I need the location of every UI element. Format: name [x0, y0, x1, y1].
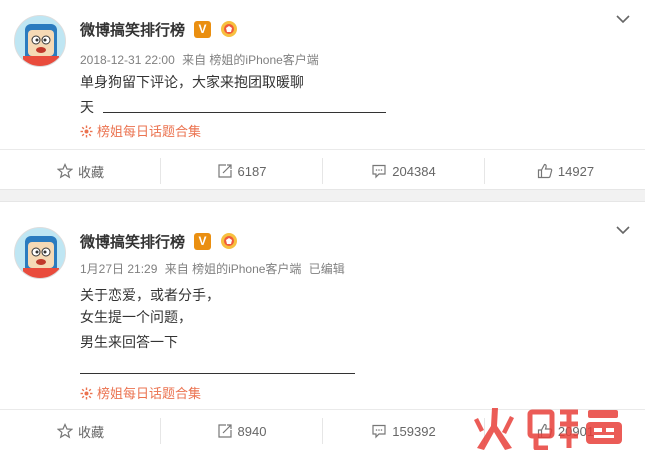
- text-underline: [80, 373, 355, 374]
- star-icon: [56, 163, 73, 179]
- post-source: 来自 榜姐的iPhone客户端: [182, 53, 319, 67]
- member-medal-icon: [221, 233, 237, 249]
- post-text-line: 女生提一个问题，: [80, 309, 192, 325]
- topic-icon: [80, 387, 93, 400]
- author-avatar[interactable]: [14, 227, 66, 279]
- comment-button[interactable]: 159392: [323, 410, 484, 450]
- topic-label: 榜姐每日话题合集: [97, 386, 202, 401]
- text-underline: [103, 112, 386, 113]
- comment-count: 204384: [392, 163, 436, 179]
- edited-label[interactable]: 已编辑: [309, 262, 345, 276]
- repost-count: 8940: [237, 423, 267, 439]
- favorite-label: 收藏: [77, 424, 104, 440]
- thumbs-up-icon: [537, 163, 553, 179]
- repost-count: 6187: [237, 163, 267, 179]
- post-meta: 1月27日 21:29 来自 榜姐的iPhone客户端 已编辑: [80, 260, 349, 277]
- comment-button[interactable]: 204384: [323, 150, 484, 192]
- comment-icon: [372, 424, 386, 439]
- action-bar: 收藏 6187 204384 14927: [0, 149, 645, 191]
- author-name[interactable]: 微博搞笑排行榜: [80, 231, 185, 252]
- topic-link[interactable]: 榜姐每日话题合集: [80, 383, 201, 402]
- post-timestamp[interactable]: 2018-12-31 22:00: [80, 53, 175, 67]
- star-icon: [56, 423, 73, 439]
- chevron-down-icon[interactable]: [615, 13, 631, 25]
- post-text-line: 男生来回答一下: [80, 334, 178, 350]
- like-count: 14927: [557, 163, 595, 179]
- post-text-line: 单身狗留下评论，大家来抱团取暖聊: [80, 74, 304, 90]
- verified-badge: V: [194, 233, 211, 250]
- repost-button[interactable]: 8940: [161, 410, 322, 450]
- post-meta: 2018-12-31 22:00 来自 榜姐的iPhone客户端: [80, 51, 323, 68]
- member-medal-icon: [221, 21, 237, 37]
- chevron-down-icon[interactable]: [615, 224, 631, 236]
- comment-count: 159392: [392, 423, 436, 439]
- like-button[interactable]: 20901: [485, 410, 645, 450]
- topic-icon: [80, 125, 93, 138]
- repost-icon: [217, 164, 232, 178]
- favorite-button[interactable]: 收藏: [0, 150, 161, 192]
- post-timestamp[interactable]: 1月27日 21:29: [80, 262, 157, 276]
- like-button[interactable]: 14927: [485, 150, 645, 192]
- favorite-label: 收藏: [77, 164, 104, 180]
- feed-separator: [0, 189, 645, 202]
- favorite-button[interactable]: 收藏: [0, 410, 161, 450]
- author-name[interactable]: 微博搞笑排行榜: [80, 19, 185, 40]
- thumbs-up-icon: [537, 423, 553, 439]
- topic-label: 榜姐每日话题合集: [97, 124, 202, 139]
- verified-badge: V: [194, 21, 211, 38]
- post-source: 来自 榜姐的iPhone客户端: [164, 262, 302, 276]
- comment-icon: [372, 164, 386, 179]
- action-bar: 收藏 8940 159392 20901: [0, 409, 645, 450]
- author-avatar[interactable]: [14, 15, 66, 67]
- post-text-line: 关于恋爱，或者分手，: [80, 287, 220, 303]
- repost-button[interactable]: 6187: [161, 150, 322, 192]
- repost-icon: [217, 424, 232, 438]
- like-count: 20901: [557, 423, 595, 439]
- topic-link[interactable]: 榜姐每日话题合集: [80, 121, 201, 140]
- post-text-line: 天: [80, 99, 94, 115]
